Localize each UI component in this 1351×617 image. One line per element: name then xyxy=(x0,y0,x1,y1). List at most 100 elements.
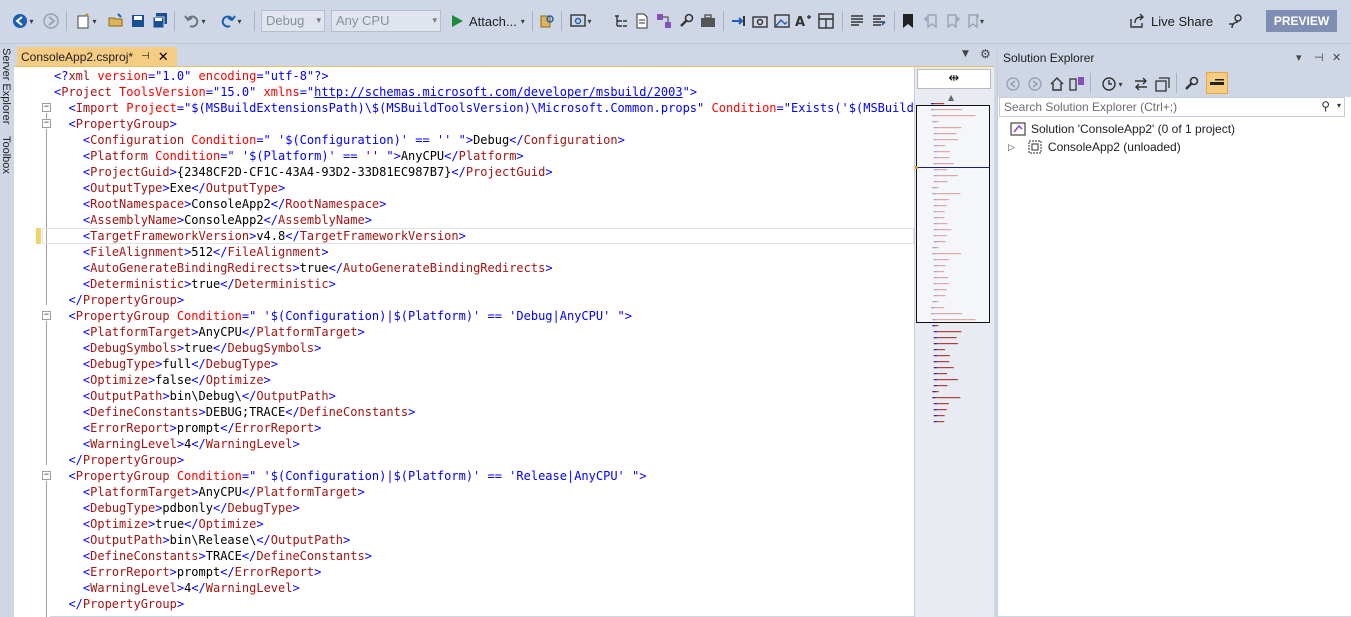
code-line[interactable]: <PropertyGroup Condition=" '$(Configurat… xyxy=(54,468,646,484)
code-line[interactable]: <DebugType>pdbonly</DebugType> xyxy=(54,500,300,516)
project-node[interactable]: ▷ ConsoleApp2 (unloaded) xyxy=(1008,140,1181,154)
code-line[interactable]: <OutputPath>bin\Release\</OutputPath> xyxy=(54,532,350,548)
attach-button[interactable]: Attach... ▾ xyxy=(450,10,525,32)
screenshot-button[interactable] xyxy=(750,10,770,32)
comment-button[interactable] xyxy=(848,10,866,32)
code-line[interactable]: <Import Project="$(MSBuildExtensionsPath… xyxy=(54,100,914,116)
code-line[interactable]: <OutputPath>bin\Debug\</OutputPath> xyxy=(54,388,336,404)
document-button[interactable] xyxy=(633,10,651,32)
code-line[interactable]: <WarningLevel>4</WarningLevel> xyxy=(54,436,300,452)
collapse-icon[interactable]: − xyxy=(42,103,51,112)
code-line[interactable]: <AssemblyName>ConsoleApp2</AssemblyName> xyxy=(54,212,372,228)
code-line[interactable]: <TargetFrameworkVersion>v4.8</TargetFram… xyxy=(54,228,466,244)
toolbox-button[interactable] xyxy=(699,10,717,32)
minimap-viewport[interactable] xyxy=(916,105,990,323)
image-button[interactable] xyxy=(772,10,792,32)
code-line[interactable]: <PlatformTarget>AnyCPU</PlatformTarget> xyxy=(54,324,365,340)
code-line[interactable]: <WarningLevel>4</WarningLevel> xyxy=(54,580,300,596)
solution-explorer-scrollbar[interactable] xyxy=(1344,117,1351,616)
code-line[interactable]: </PropertyGroup> xyxy=(54,452,184,468)
bookmark-button[interactable] xyxy=(900,10,916,32)
tab-list-dropdown-icon[interactable]: ▼ xyxy=(962,49,969,59)
code-line[interactable]: <Platform Condition=" '$(Platform)' == '… xyxy=(54,148,524,164)
code-line[interactable]: <DebugSymbols>true</DebugSymbols> xyxy=(54,340,321,356)
forward-button[interactable] xyxy=(1026,73,1044,95)
forward-button[interactable] xyxy=(42,10,60,32)
home-button[interactable] xyxy=(1048,73,1066,95)
sync-button[interactable] xyxy=(1132,73,1150,95)
code-line[interactable]: <AutoGenerateBindingRedirects>true</Auto… xyxy=(54,260,553,276)
undo-button[interactable]: ▾ xyxy=(180,10,210,32)
close-icon[interactable]: ✕ xyxy=(1332,51,1341,64)
gear-icon[interactable]: ⚙ xyxy=(980,47,991,61)
code-line[interactable]: <Project ToolsVersion="15.0" xmlns="http… xyxy=(54,84,697,100)
code-lines[interactable]: <?xml version="1.0" encoding="utf-8"?> <P… xyxy=(54,67,914,617)
save-all-button[interactable] xyxy=(150,10,170,32)
code-line[interactable]: <DebugType>full</DebugType> xyxy=(54,356,278,372)
code-line[interactable]: </PropertyGroup> xyxy=(54,292,184,308)
solution-configuration-dropdown[interactable]: Debug ▾ xyxy=(261,10,325,32)
code-line[interactable]: <OutputType>Exe</OutputType> xyxy=(54,180,285,196)
close-icon[interactable]: ✕ xyxy=(158,49,169,65)
outline-button[interactable] xyxy=(612,10,630,32)
collapse-icon[interactable]: − xyxy=(42,471,51,480)
font-size-button[interactable]: A xyxy=(794,10,814,32)
split-window-button[interactable]: ⇹ xyxy=(917,69,991,89)
preview-selected-items-button[interactable] xyxy=(1206,72,1228,94)
pin-icon[interactable]: ⊣ xyxy=(1314,51,1324,64)
minimap-scrollbar[interactable]: ⇹ ▲ xyxy=(914,67,994,617)
code-editor[interactable]: − − − − <?xml version="1.0" encoding="ut… xyxy=(14,66,994,617)
pending-changes-filter-button[interactable]: ▾ xyxy=(1096,73,1128,95)
code-line[interactable]: <Optimize>true</Optimize> xyxy=(54,516,264,532)
code-line[interactable]: <PropertyGroup> xyxy=(54,116,176,132)
switch-views-button[interactable] xyxy=(1068,73,1086,95)
code-line[interactable]: <Optimize>false</Optimize> xyxy=(54,372,271,388)
back-button[interactable] xyxy=(1004,73,1022,95)
properties-button[interactable] xyxy=(1182,73,1200,95)
collapse-icon[interactable]: − xyxy=(42,119,51,128)
document-tab[interactable]: ConsoleApp2.csproj* ⊣ ✕ xyxy=(17,47,177,66)
server-explorer-tab[interactable]: Server Explorer xyxy=(0,48,12,124)
solution-node[interactable]: Solution 'ConsoleApp2' (0 of 1 project) xyxy=(1010,122,1235,136)
save-button[interactable] xyxy=(128,10,148,32)
live-share-button[interactable]: Live Share xyxy=(1129,13,1213,29)
code-line[interactable]: <ErrorReport>prompt</ErrorReport> xyxy=(54,564,321,580)
redo-button[interactable]: ▾ xyxy=(216,10,246,32)
open-file-button[interactable] xyxy=(106,10,126,32)
prev-bookmark-button[interactable] xyxy=(922,10,940,32)
feedback-button[interactable] xyxy=(1226,10,1246,32)
new-item-button[interactable]: ▾ xyxy=(72,10,100,32)
layout-button[interactable] xyxy=(816,10,836,32)
step-into-button[interactable] xyxy=(728,10,748,32)
back-button[interactable]: ▾ xyxy=(6,10,40,32)
code-line[interactable]: <DefineConstants>DEBUG;TRACE</DefineCons… xyxy=(54,404,415,420)
view-toggle-button[interactable]: ▾ xyxy=(566,10,596,32)
clear-bookmarks-button[interactable]: ▾ xyxy=(966,10,984,32)
code-line[interactable]: <PlatformTarget>AnyCPU</PlatformTarget> xyxy=(54,484,365,500)
code-line[interactable]: <ErrorReport>prompt</ErrorReport> xyxy=(54,420,321,436)
collapse-icon[interactable]: − xyxy=(42,311,51,320)
solution-explorer-search[interactable]: Search Solution Explorer (Ctrl+;) ⚲ ▾ xyxy=(999,97,1345,117)
window-position-dropdown-icon[interactable]: ▾ xyxy=(1296,51,1302,64)
code-line[interactable]: <Deterministic>true</Deterministic> xyxy=(54,276,336,292)
pin-icon[interactable]: ⊣ xyxy=(141,51,150,62)
preview-badge[interactable]: PREVIEW xyxy=(1266,10,1337,32)
collapse-all-button[interactable] xyxy=(1154,73,1172,95)
class-view-button[interactable] xyxy=(655,10,673,32)
uncomment-button[interactable] xyxy=(870,10,888,32)
code-line[interactable]: <FileAlignment>512</FileAlignment> xyxy=(54,244,329,260)
next-bookmark-button[interactable] xyxy=(944,10,962,32)
code-line[interactable]: <DefineConstants>TRACE</DefineConstants> xyxy=(54,548,372,564)
expand-triangle-icon[interactable]: ▷ xyxy=(1008,142,1015,153)
code-line[interactable]: </PropertyGroup> xyxy=(54,596,184,612)
properties-button[interactable] xyxy=(677,10,695,32)
code-line[interactable]: <PropertyGroup Condition=" '$(Configurat… xyxy=(54,308,632,324)
code-line[interactable]: <RootNamespace>ConsoleApp2</RootNamespac… xyxy=(54,196,386,212)
toolbox-tab[interactable]: Toolbox xyxy=(0,136,12,174)
search-options-dropdown-icon[interactable]: ▾ xyxy=(1337,101,1341,110)
code-line[interactable]: <Configuration Condition=" '$(Configurat… xyxy=(54,132,625,148)
solution-platform-dropdown[interactable]: Any CPU ▾ xyxy=(331,10,441,32)
code-line[interactable]: <?xml version="1.0" encoding="utf-8"?> xyxy=(54,68,329,84)
code-line[interactable]: <ProjectGuid>{2348CF2D-CF1C-43A4-93D2-33… xyxy=(54,164,553,180)
find-in-files-button[interactable] xyxy=(538,10,556,32)
